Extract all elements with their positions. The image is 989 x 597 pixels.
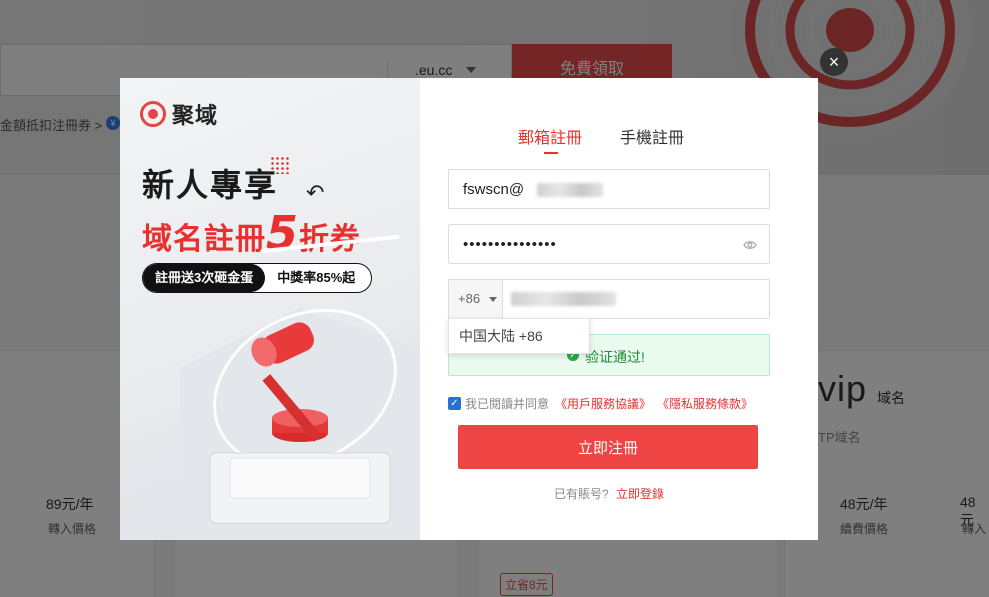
agreement-row: ✓ 我已閱讀并同意 《用戶服務協議》 《隱私服務條款》: [448, 395, 753, 412]
gavel-illustration: [180, 308, 420, 540]
redacted-email: [537, 183, 603, 197]
privacy-policy-link[interactable]: 《隱私服務條款》: [657, 395, 753, 412]
register-button[interactable]: 立即注冊: [458, 425, 758, 469]
pill-left-text: 註冊送3次砸金蛋: [143, 264, 266, 292]
user-agreement-link[interactable]: 《用戶服務協議》: [555, 395, 651, 412]
promo-subtitle: 域名註冊5折券: [142, 206, 361, 260]
agree-text: 我已閱讀并同意: [465, 397, 550, 411]
login-link[interactable]: 立即登錄: [616, 487, 664, 501]
logo-icon: [140, 101, 166, 127]
close-button[interactable]: ×: [820, 48, 848, 76]
email-input[interactable]: [449, 170, 769, 208]
email-field[interactable]: [448, 169, 770, 209]
logo-text: 聚域: [172, 104, 219, 129]
redacted-phone: [511, 292, 616, 306]
country-code-option[interactable]: 中国大陆 +86: [448, 318, 590, 354]
password-input[interactable]: [449, 225, 769, 263]
arrow-icon: ↶: [306, 180, 325, 205]
tab-phone-register[interactable]: 手機註冊: [620, 124, 684, 148]
register-modal: 聚域 新人專享 ↶ 域名註冊5折券 註冊送3次砸金蛋 中獎率85%起 郵箱註冊: [120, 78, 818, 540]
brand-logo: 聚域: [140, 98, 218, 130]
chevron-down-icon[interactable]: [489, 297, 497, 302]
tab-email-register[interactable]: 郵箱註冊: [518, 124, 582, 154]
verify-status-text: 验证通过!: [585, 349, 645, 365]
promo-subtitle-a: 域名註冊: [142, 222, 266, 257]
login-prompt-text: 已有賬号?: [554, 487, 609, 501]
login-prompt: 已有賬号? 立即登錄: [554, 485, 664, 502]
promo-panel: 聚域 新人專享 ↶ 域名註冊5折券 註冊送3次砸金蛋 中獎率85%起: [120, 78, 420, 540]
phone-field[interactable]: +86: [448, 279, 770, 319]
country-code-value: +86: [458, 291, 481, 306]
close-icon[interactable]: ×: [829, 52, 840, 72]
agree-checkbox[interactable]: ✓: [448, 397, 461, 410]
register-tabs: 郵箱註冊 手機註冊: [518, 124, 722, 154]
pill-right-text: 中獎率85%起: [277, 270, 356, 285]
promo-title: 新人專享: [142, 166, 279, 204]
password-field[interactable]: [448, 224, 770, 264]
promo-pill: 註冊送3次砸金蛋 中獎率85%起: [142, 263, 372, 293]
eye-icon[interactable]: [743, 238, 757, 252]
